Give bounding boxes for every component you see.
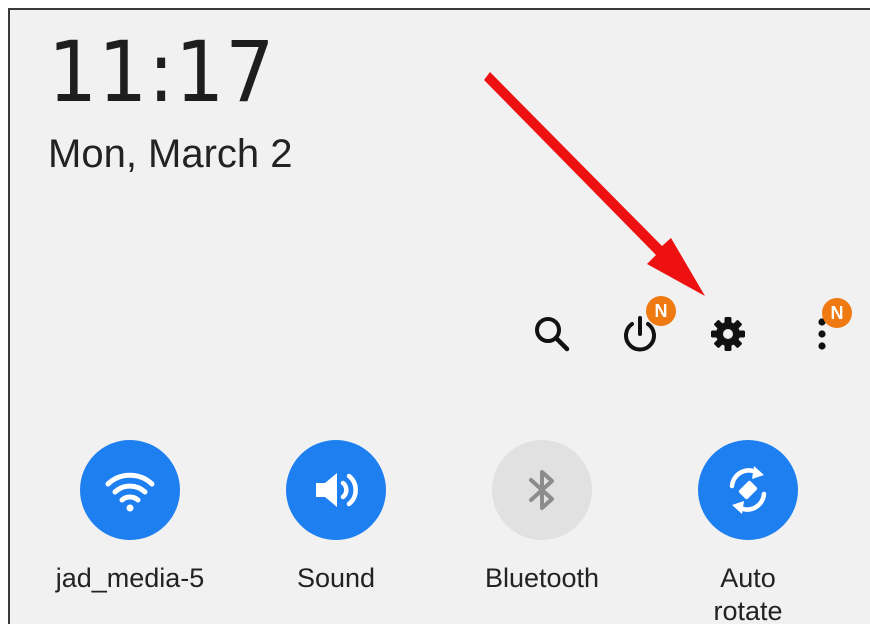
notification-panel: 11:17 Mon, March 2 N N jad_media-5 Sound… — [8, 8, 870, 624]
quick-tile-wifi[interactable]: jad_media-5 — [30, 440, 230, 595]
wifi-toggle[interactable] — [80, 440, 180, 540]
speaker-icon — [316, 473, 358, 507]
bluetooth-icon — [529, 470, 554, 510]
auto-rotate-toggle[interactable] — [698, 440, 798, 540]
quick-tile-label-auto-rotate-line2: rotate — [713, 596, 783, 624]
quick-tile-label-wifi: jad_media-5 — [55, 563, 205, 593]
sound-toggle[interactable] — [286, 440, 386, 540]
quick-tile-sound[interactable]: Sound — [236, 440, 436, 595]
power-notification-badge: N — [646, 296, 676, 326]
gear-icon — [711, 317, 745, 351]
quick-tile-bluetooth[interactable]: Bluetooth — [442, 440, 642, 595]
search-button[interactable] — [526, 308, 578, 360]
quick-tile-label-auto-rotate-line1: Auto — [720, 563, 776, 593]
bluetooth-toggle[interactable] — [492, 440, 592, 540]
search-icon — [535, 317, 570, 352]
quick-tile-label-sound: Sound — [296, 563, 376, 593]
more-notification-badge: N — [822, 298, 852, 328]
quick-tile-auto-rotate[interactable]: Auto rotate — [648, 440, 848, 624]
clock-time: 11:17 — [48, 23, 276, 121]
clock-date: Mon, March 2 — [48, 132, 293, 176]
quick-tile-label-auto-rotate: Auto rotate — [648, 562, 848, 624]
quick-tile-label-bluetooth: Bluetooth — [484, 563, 600, 593]
settings-button[interactable] — [702, 308, 754, 360]
auto-rotate-icon — [729, 466, 767, 514]
wifi-icon — [105, 472, 155, 512]
